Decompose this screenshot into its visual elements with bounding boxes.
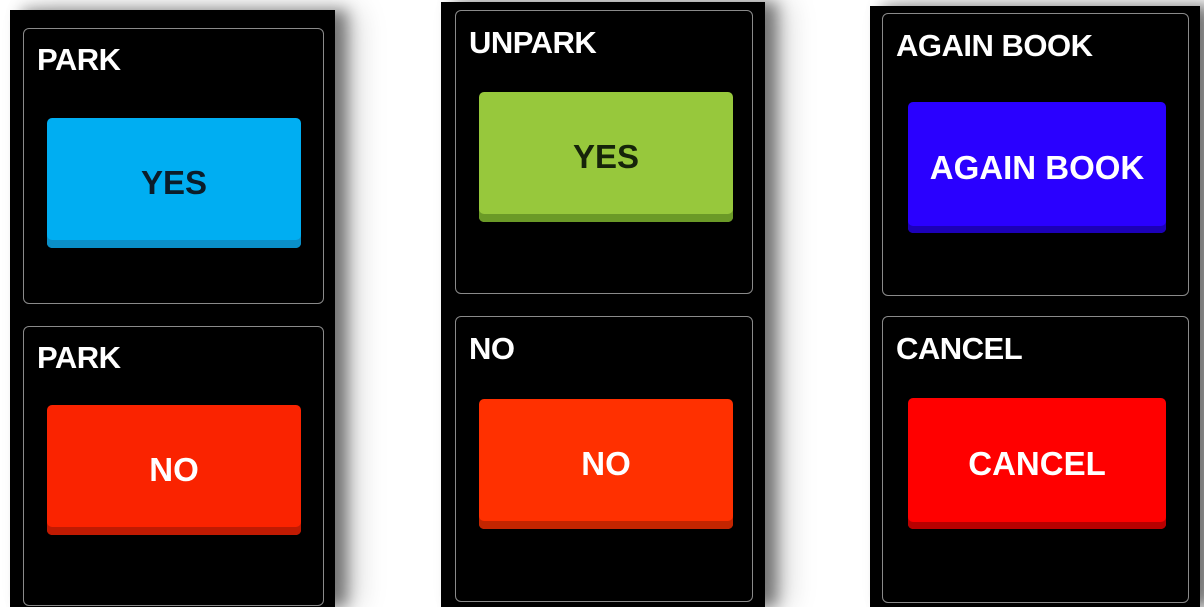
card-title: AGAIN BOOK xyxy=(896,28,1093,63)
unpark-panel: UNPARK YES NO NO xyxy=(441,2,765,607)
cancel-button[interactable]: CANCEL xyxy=(908,398,1166,529)
card-title: PARK xyxy=(37,340,121,375)
card-title: UNPARK xyxy=(469,25,597,60)
unpark-yes-button[interactable]: YES xyxy=(479,92,733,222)
park-panel: PARK YES PARK NO xyxy=(10,10,335,607)
park-yes-button[interactable]: YES xyxy=(47,118,301,248)
park-no-card: PARK NO xyxy=(23,326,324,606)
card-title: NO xyxy=(469,331,515,366)
card-title: CANCEL xyxy=(896,331,1023,366)
unpark-yes-card: UNPARK YES xyxy=(455,10,753,294)
unpark-no-card: NO NO xyxy=(455,316,753,602)
card-title: PARK xyxy=(37,42,121,77)
park-yes-card: PARK YES xyxy=(23,28,324,304)
again-book-button[interactable]: AGAIN BOOK xyxy=(908,102,1166,233)
unpark-no-button[interactable]: NO xyxy=(479,399,733,529)
park-no-button[interactable]: NO xyxy=(47,405,301,535)
again-book-panel: AGAIN BOOK AGAIN BOOK CANCEL CANCEL xyxy=(870,6,1200,607)
again-book-card: AGAIN BOOK AGAIN BOOK xyxy=(882,13,1189,296)
button-states-showcase: PARK YES PARK NO UNPARK YES NO NO AGAIN … xyxy=(0,0,1204,607)
cancel-card: CANCEL CANCEL xyxy=(882,316,1189,603)
